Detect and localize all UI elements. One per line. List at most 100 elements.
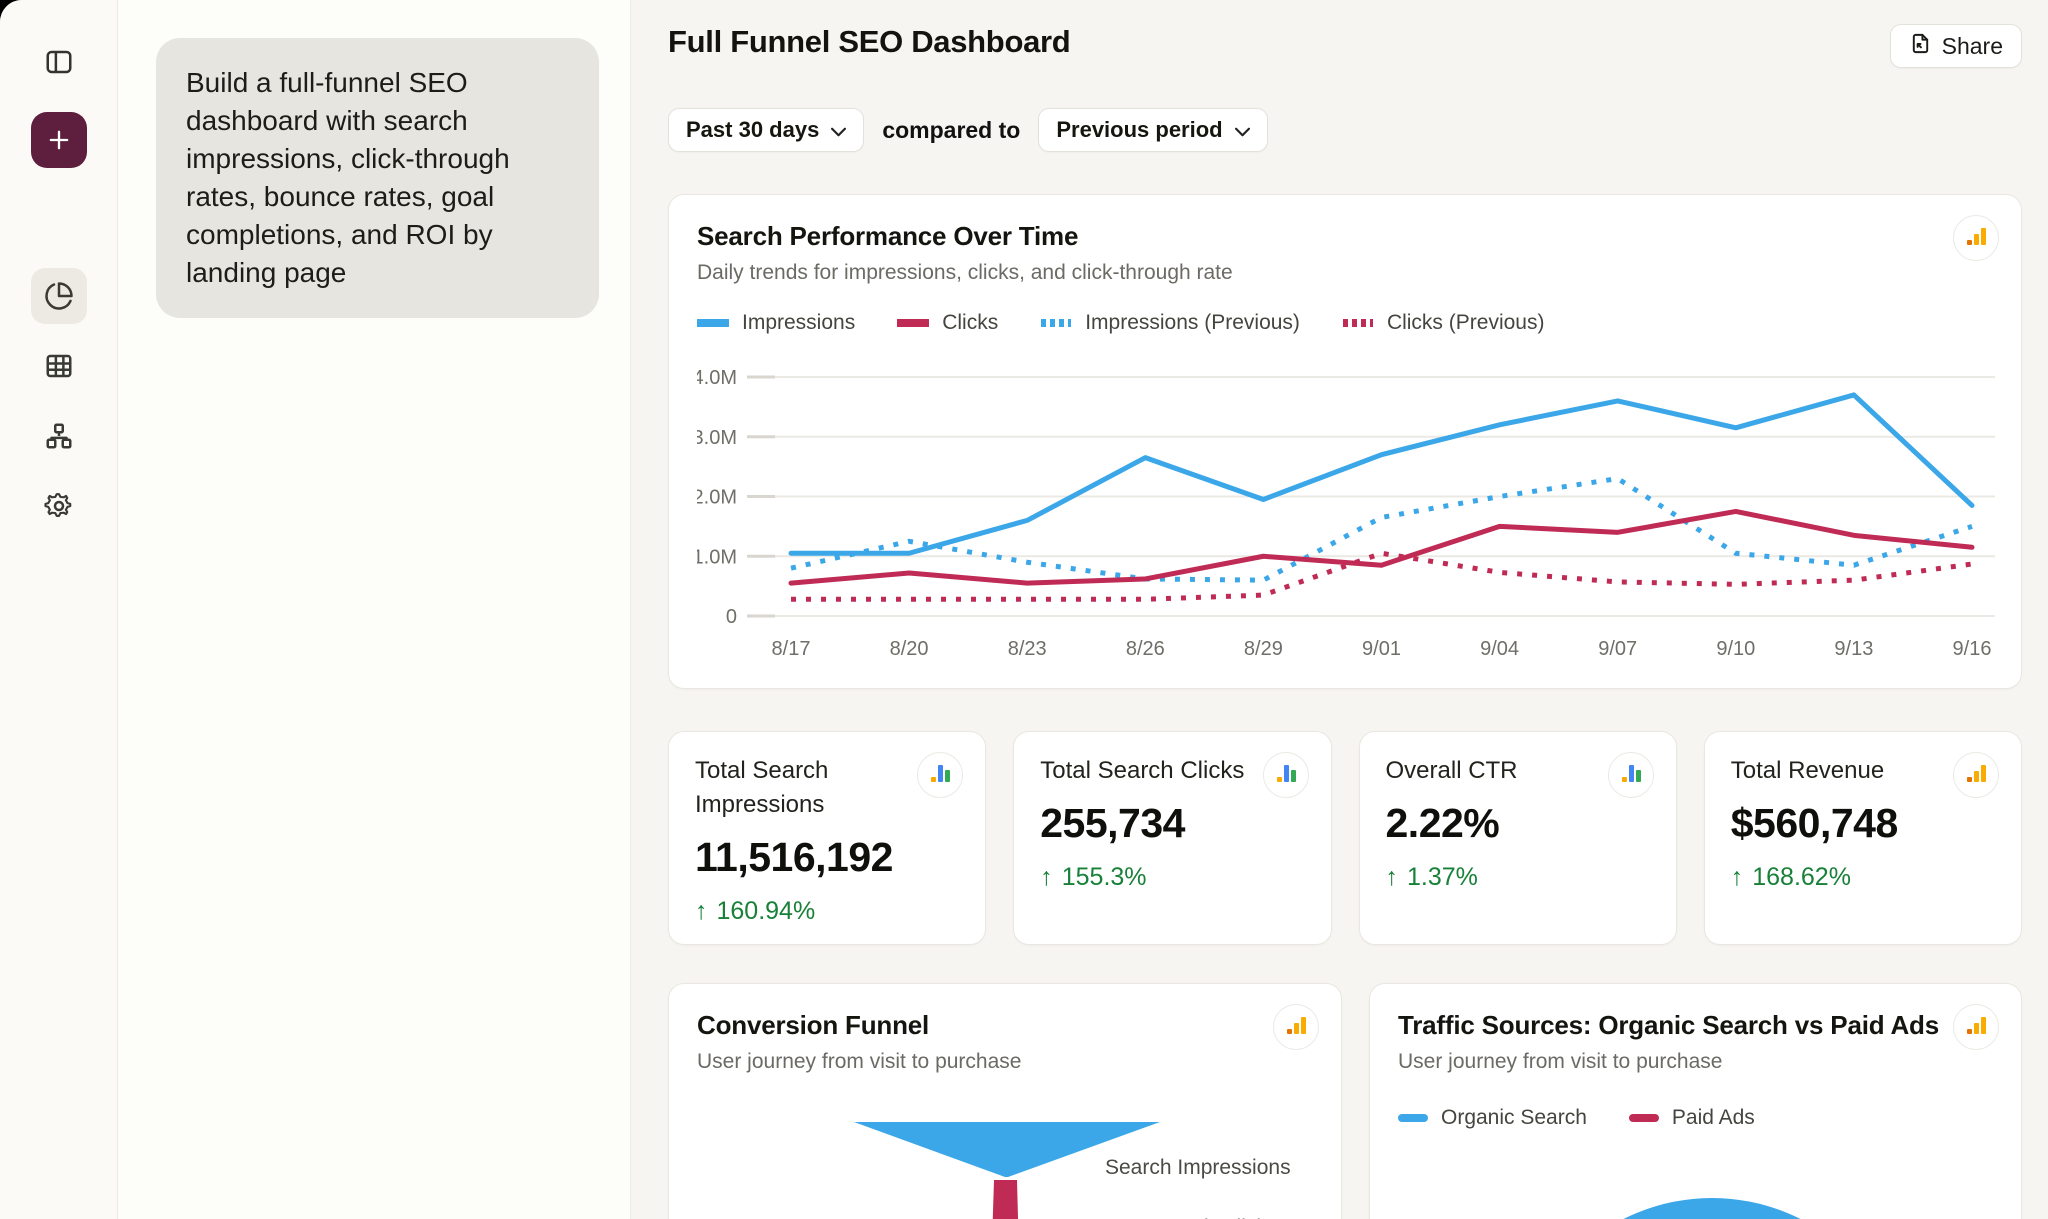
analytics-bars-icon (1964, 1013, 1988, 1042)
search-performance-card: Search Performance Over Time Daily trend… (668, 194, 2022, 689)
kpi-value: 2.22% (1386, 800, 1650, 847)
plus-icon (45, 126, 73, 154)
y-axis-label: 0 (726, 606, 737, 628)
x-axis-label: 9/07 (1598, 638, 1637, 660)
analytics-source-badge (1608, 752, 1654, 798)
gear-icon (44, 491, 74, 521)
legend-label: Clicks (942, 311, 998, 335)
legend-item: Impressions (697, 311, 855, 335)
sidebar-item-flows[interactable] (31, 408, 87, 464)
main-header: Full Funnel SEO Dashboard Share (668, 24, 2022, 68)
page-title: Full Funnel SEO Dashboard (668, 24, 1070, 60)
kpi-delta-value: 155.3% (1062, 863, 1147, 892)
share-label: Share (1942, 33, 2003, 60)
bottom-row: Conversion Funnel User journey from visi… (668, 983, 2022, 1219)
kpi-delta: ↑ 160.94% (695, 897, 959, 926)
legend-label: Clicks (Previous) (1387, 311, 1545, 335)
funnel-chart: Search Impressions Search Clicks (697, 1088, 1315, 1219)
funnel-stage-clicks[interactable] (988, 1180, 1022, 1219)
compared-to-label: compared to (882, 117, 1020, 144)
kpi-delta-value: 1.37% (1407, 863, 1478, 892)
arrow-up-icon: ↑ (695, 897, 708, 926)
prompt-panel: Build a full-funnel SEO dashboard with s… (118, 0, 631, 1219)
y-axis-label: 4.0M (697, 367, 737, 389)
kpi-card-total-revenue: Total Revenue$560,748↑168.62% (1704, 731, 2022, 945)
legend-swatch (1342, 318, 1374, 328)
line-chart: 01.0M2.0M3.0M4.0M8/178/208/238/268/299/0… (697, 335, 1995, 665)
y-axis-label: 1.0M (697, 546, 737, 568)
compare-period-select[interactable]: Previous period (1038, 108, 1267, 152)
x-axis-label: 9/04 (1480, 638, 1519, 660)
legend-label: Paid Ads (1672, 1106, 1755, 1130)
new-dashboard-button[interactable] (31, 112, 87, 168)
x-axis-label: 9/10 (1716, 638, 1755, 660)
share-button[interactable]: Share (1890, 24, 2022, 68)
pie-chart-organic-slice[interactable] (1515, 1198, 1909, 1219)
x-axis-label: 8/29 (1244, 638, 1283, 660)
y-axis-label: 2.0M (697, 487, 737, 509)
sitemap-icon (44, 421, 74, 451)
legend-swatch (697, 318, 729, 328)
sidebar-item-charts[interactable] (31, 268, 87, 324)
legend-item-paid: Paid Ads (1629, 1106, 1755, 1130)
sidebar-toggle-button[interactable] (35, 38, 83, 86)
kpi-card-overall-ctr: Overall CTR 2.22% ↑ 1.37% (1359, 731, 1677, 945)
chevron-down-icon (831, 117, 846, 143)
legend-swatch (1040, 318, 1072, 328)
kpi-delta-value: 160.94% (717, 897, 816, 926)
analytics-bars-icon (1284, 1013, 1308, 1042)
sidebar-nav (31, 268, 87, 534)
kpi-delta: ↑ 1.37% (1386, 863, 1650, 892)
x-axis-label: 9/16 (1953, 638, 1992, 660)
date-range-select[interactable]: Past 30 days (668, 108, 864, 152)
legend-label: Impressions (742, 311, 855, 335)
traffic-sources-card: Traffic Sources: Organic Search vs Paid … (1369, 983, 2022, 1219)
funnel-subtitle: User journey from visit to purchase (697, 1050, 1313, 1074)
legend-item: Clicks (897, 311, 998, 335)
filter-row: Past 30 days compared to Previous period (668, 108, 2022, 152)
sidebar-item-tables[interactable] (31, 338, 87, 394)
conversion-funnel-card: Conversion Funnel User journey from visi… (668, 983, 1342, 1219)
legend-item: Clicks (Previous) (1342, 311, 1545, 335)
prompt-bubble: Build a full-funnel SEO dashboard with s… (156, 38, 599, 318)
share-icon (1909, 32, 1932, 61)
kpi-delta-value: 168.62% (1752, 863, 1851, 892)
legend-label: Impressions (Previous) (1085, 311, 1300, 335)
sidebar-toggle-icon (44, 47, 74, 77)
funnel-stage-label: Search Impressions (1105, 1156, 1291, 1179)
analytics-source-badge (1263, 752, 1309, 798)
funnel-title: Conversion Funnel (697, 1010, 1313, 1041)
analytics-source-badge (1953, 215, 1999, 261)
kpi-title: Overall CTR (1386, 754, 1618, 788)
series-line-clicks[interactable] (791, 511, 1972, 583)
legend-swatch (1398, 1113, 1428, 1123)
kpi-card-total-search-impressions: Total Search Impressions11,516,192↑160.9… (668, 731, 986, 945)
x-axis-label: 8/26 (1126, 638, 1165, 660)
chevron-down-icon (1235, 117, 1250, 143)
sidebar (0, 0, 118, 1219)
pie-chart-icon (44, 281, 74, 311)
x-axis-label: 8/23 (1008, 638, 1047, 660)
traffic-legend: Organic Search Paid Ads (1398, 1106, 1993, 1130)
chart-subtitle: Daily trends for impressions, clicks, an… (697, 261, 1993, 285)
traffic-title: Traffic Sources: Organic Search vs Paid … (1398, 1010, 1993, 1041)
legend-swatch (1629, 1113, 1659, 1123)
kpi-card-total-search-clicks: Total Search Clicks255,734↑155.3% (1013, 731, 1331, 945)
analytics-bars-icon (1964, 761, 1988, 790)
kpi-delta: ↑155.3% (1040, 863, 1304, 892)
kpi-title: Total Search Impressions (695, 754, 927, 822)
sidebar-item-settings[interactable] (31, 478, 87, 534)
compare-period-value: Previous period (1056, 117, 1222, 143)
kpi-row: Total Search Impressions11,516,192↑160.9… (668, 731, 2022, 945)
series-line-impressions[interactable] (791, 395, 1972, 553)
chart-title: Search Performance Over Time (697, 221, 1993, 252)
legend-item: Impressions (Previous) (1040, 311, 1300, 335)
arrow-up-icon: ↑ (1386, 863, 1399, 892)
table-icon (44, 351, 74, 381)
analytics-source-badge (1273, 1004, 1319, 1050)
dashboard-main: Full Funnel SEO Dashboard Share Past 30 … (631, 0, 2048, 1219)
analytics-source-badge (1953, 1004, 1999, 1050)
analytics-source-badge (917, 752, 963, 798)
y-axis-label: 3.0M (697, 427, 737, 449)
analytics-bars-icon (928, 761, 952, 790)
